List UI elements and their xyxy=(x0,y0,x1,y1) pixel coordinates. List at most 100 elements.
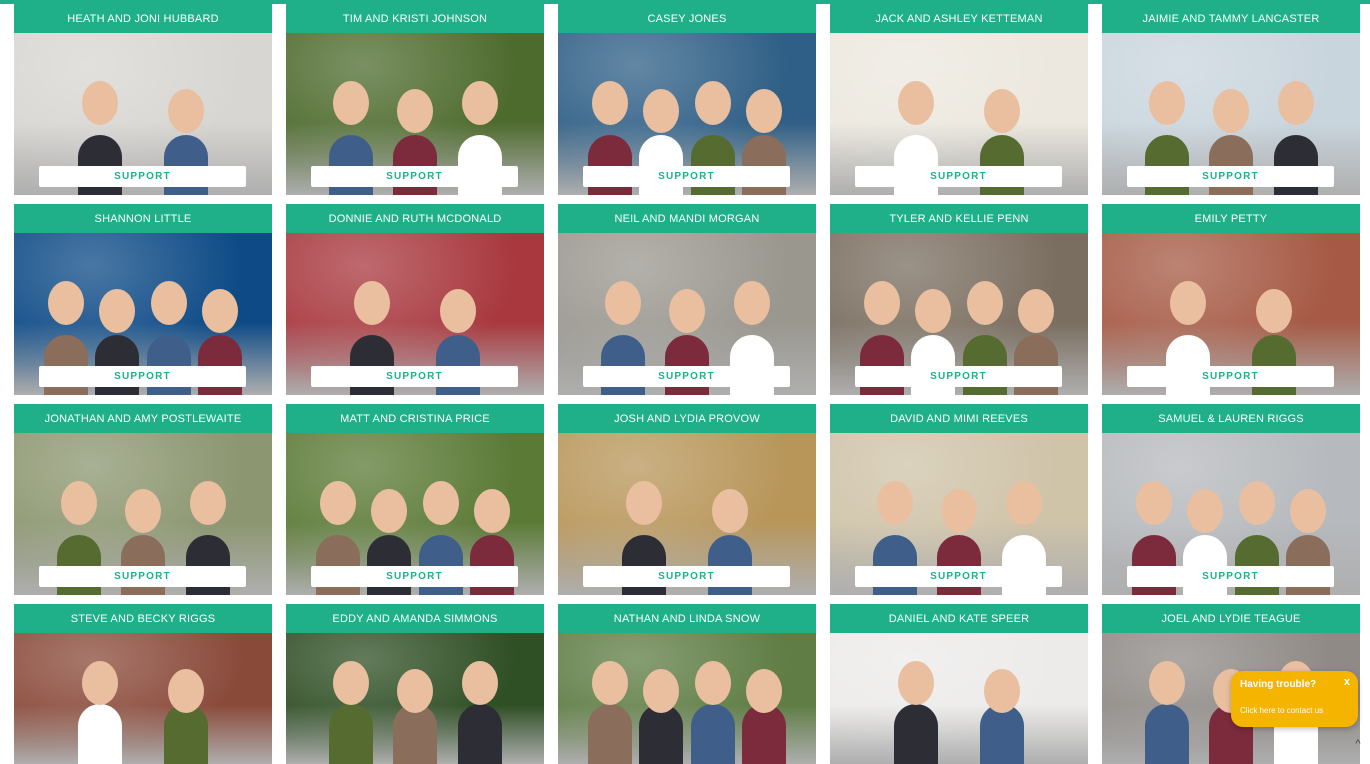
person-head xyxy=(1136,481,1172,525)
person-head xyxy=(643,669,679,713)
support-button[interactable]: SUPPORT xyxy=(855,366,1062,387)
missionary-card: SHANNON LITTLE SUPPORT xyxy=(14,204,272,395)
person-head xyxy=(397,669,433,713)
help-widget-title: Having trouble? xyxy=(1240,679,1317,690)
support-button[interactable]: SUPPORT xyxy=(855,566,1062,587)
missionary-grid: HEATH AND JONI HUBBARD SUPPORT TIM AND K… xyxy=(14,4,1360,764)
person-silhouette xyxy=(691,704,735,764)
person-head xyxy=(898,661,934,705)
missionary-photo xyxy=(558,633,816,764)
support-button[interactable]: SUPPORT xyxy=(1127,566,1334,587)
missionary-card: MATT AND CRISTINA PRICE SUPPORT xyxy=(286,404,544,595)
support-button[interactable]: SUPPORT xyxy=(311,166,518,187)
help-chat-widget[interactable]: Having trouble? x Click here to contact … xyxy=(1231,671,1358,727)
person-silhouette xyxy=(78,704,122,764)
support-button[interactable]: SUPPORT xyxy=(311,566,518,587)
person-head xyxy=(333,661,369,705)
person-head xyxy=(1290,489,1326,533)
contact-us-link[interactable]: Click here to contact us xyxy=(1240,706,1323,715)
person-head xyxy=(1018,289,1054,333)
missionary-card: DANIEL AND KATE SPEER xyxy=(830,604,1088,764)
person-head xyxy=(915,289,951,333)
missionary-photo: SUPPORT xyxy=(286,33,544,195)
person-head xyxy=(397,89,433,133)
support-button[interactable]: SUPPORT xyxy=(39,166,246,187)
missionary-photo xyxy=(830,633,1088,764)
person-silhouette xyxy=(742,704,786,764)
support-button[interactable]: SUPPORT xyxy=(1127,366,1334,387)
missionary-card: CASEY JONES SUPPORT xyxy=(558,4,816,195)
person-head xyxy=(48,281,84,325)
close-icon[interactable]: x xyxy=(1344,676,1350,688)
person-head xyxy=(474,489,510,533)
support-button[interactable]: SUPPORT xyxy=(1127,166,1334,187)
scroll-up-icon[interactable]: ^ xyxy=(1351,737,1365,751)
person-head xyxy=(82,81,118,125)
person-head xyxy=(1170,281,1206,325)
person-head xyxy=(320,481,356,525)
person-head xyxy=(669,289,705,333)
missionary-photo: SUPPORT xyxy=(286,233,544,395)
support-button[interactable]: SUPPORT xyxy=(855,166,1062,187)
missionary-photo: SUPPORT xyxy=(830,233,1088,395)
person-head xyxy=(734,281,770,325)
person-head xyxy=(864,281,900,325)
person-head xyxy=(877,481,913,525)
missionary-name: DAVID AND MIMI REEVES xyxy=(830,404,1088,433)
person-head xyxy=(168,669,204,713)
missionary-card: TIM AND KRISTI JOHNSON SUPPORT xyxy=(286,4,544,195)
missionary-name: SAMUEL & LAUREN RIGGS xyxy=(1102,404,1360,433)
person-head xyxy=(61,481,97,525)
missionary-photo xyxy=(286,633,544,764)
person-head xyxy=(125,489,161,533)
person-silhouette xyxy=(894,704,938,764)
support-button[interactable]: SUPPORT xyxy=(39,366,246,387)
support-button[interactable]: SUPPORT xyxy=(583,366,790,387)
missionary-name: CASEY JONES xyxy=(558,4,816,33)
missionary-photo: SUPPORT xyxy=(286,433,544,595)
missionary-photo: SUPPORT xyxy=(1102,433,1360,595)
missionary-card: JACK AND ASHLEY KETTEMAN SUPPORT xyxy=(830,4,1088,195)
missionary-photo: SUPPORT xyxy=(558,433,816,595)
person-head xyxy=(1187,489,1223,533)
person-silhouette xyxy=(329,704,373,764)
person-head xyxy=(746,669,782,713)
person-head xyxy=(984,89,1020,133)
person-head xyxy=(1213,89,1249,133)
missionary-name: EDDY AND AMANDA SIMMONS xyxy=(286,604,544,633)
missionary-card: STEVE AND BECKY RIGGS xyxy=(14,604,272,764)
support-button[interactable]: SUPPORT xyxy=(39,566,246,587)
person-head xyxy=(1149,661,1185,705)
missionary-name: JAIMIE AND TAMMY LANCASTER xyxy=(1102,4,1360,33)
person-head xyxy=(1239,481,1275,525)
person-silhouette xyxy=(164,704,208,764)
missionary-card: JOSH AND LYDIA PROVOW SUPPORT xyxy=(558,404,816,595)
missionary-name: JONATHAN AND AMY POSTLEWAITE xyxy=(14,404,272,433)
person-head xyxy=(82,661,118,705)
support-button[interactable]: SUPPORT xyxy=(311,366,518,387)
person-head xyxy=(626,481,662,525)
missionary-name: EMILY PETTY xyxy=(1102,204,1360,233)
person-head xyxy=(605,281,641,325)
missionary-photo: SUPPORT xyxy=(1102,33,1360,195)
person-head xyxy=(1149,81,1185,125)
person-head xyxy=(1278,81,1314,125)
missionary-name: DONNIE AND RUTH MCDONALD xyxy=(286,204,544,233)
missionary-card: DAVID AND MIMI REEVES SUPPORT xyxy=(830,404,1088,595)
person-head xyxy=(984,669,1020,713)
missionary-name: JACK AND ASHLEY KETTEMAN xyxy=(830,4,1088,33)
missionary-photo: SUPPORT xyxy=(830,433,1088,595)
person-head xyxy=(712,489,748,533)
missionary-photo: SUPPORT xyxy=(1102,233,1360,395)
person-head xyxy=(423,481,459,525)
support-button[interactable]: SUPPORT xyxy=(583,166,790,187)
person-silhouette xyxy=(980,704,1024,764)
missionary-name: TYLER AND KELLIE PENN xyxy=(830,204,1088,233)
person-head xyxy=(168,89,204,133)
support-button[interactable]: SUPPORT xyxy=(583,566,790,587)
photo-backdrop xyxy=(14,633,272,764)
missionary-card: TYLER AND KELLIE PENN SUPPORT xyxy=(830,204,1088,395)
missionary-name: JOSH AND LYDIA PROVOW xyxy=(558,404,816,433)
person-head xyxy=(440,289,476,333)
person-head xyxy=(592,81,628,125)
